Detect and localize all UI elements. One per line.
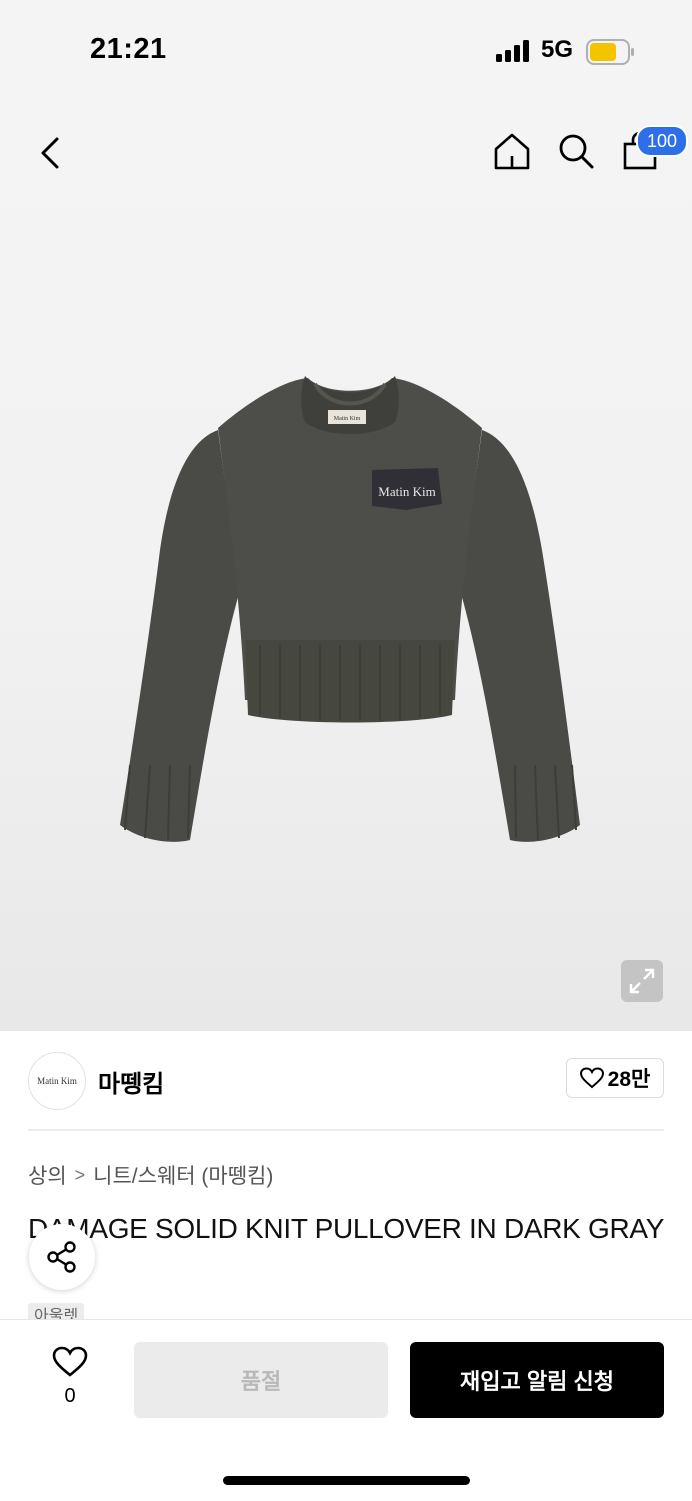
signal-icon xyxy=(496,40,529,62)
divider xyxy=(28,1129,664,1131)
product-photo[interactable]: Matin Kim Matin Kim xyxy=(110,370,590,870)
search-button[interactable] xyxy=(554,129,598,173)
brand-name[interactable]: 마뗑킴 xyxy=(98,1064,164,1099)
wishlist-button[interactable]: 0 xyxy=(40,1346,100,1416)
home-indicator xyxy=(223,1476,470,1485)
brand-like-count: 28만 xyxy=(607,1068,651,1091)
breadcrumb-separator: > xyxy=(74,1164,86,1185)
product-title: DAMAGE SOLID KNIT PULLOVER IN DARK GRAY xyxy=(28,1213,665,1244)
home-button[interactable] xyxy=(490,129,534,173)
soldout-button[interactable]: 품절 xyxy=(134,1342,388,1418)
share-icon xyxy=(47,1241,76,1273)
battery-icon xyxy=(586,39,634,65)
breadcrumb: 상의 > 니트/스웨터 (마뗑킴) xyxy=(28,1160,273,1190)
heart-icon xyxy=(579,1067,604,1089)
bottom-action-bar: 0 품절 재입고 알림 신청 xyxy=(0,1319,692,1501)
brand-logo-text: Matin Kim xyxy=(37,1076,77,1086)
back-button[interactable] xyxy=(30,133,70,173)
breadcrumb-level2[interactable]: 니트/스웨터 (마뗑킴) xyxy=(93,1160,273,1190)
chevron-left-icon xyxy=(41,137,59,169)
expand-image-button[interactable] xyxy=(621,960,663,1002)
wishlist-count: 0 xyxy=(64,1385,76,1407)
logo-patch-text: Matin Kim xyxy=(378,484,435,499)
restock-alert-button[interactable]: 재입고 알림 신청 xyxy=(410,1342,664,1418)
brand-logo[interactable]: Matin Kim xyxy=(28,1052,86,1110)
search-icon xyxy=(559,134,594,169)
brand-like-button[interactable]: 28만 xyxy=(566,1058,664,1098)
status-time: 21:21 xyxy=(90,33,167,65)
heart-icon xyxy=(52,1346,88,1377)
network-type: 5G xyxy=(541,36,574,63)
home-icon xyxy=(494,133,530,170)
brand-row: Matin Kim 마뗑킴 28만 xyxy=(28,1050,664,1114)
neck-label-text: Matin Kim xyxy=(334,416,361,422)
cart-count-badge: 100 xyxy=(636,125,688,157)
share-button[interactable] xyxy=(29,1224,95,1290)
breadcrumb-level1[interactable]: 상의 xyxy=(28,1160,67,1190)
expand-icon xyxy=(629,968,655,994)
status-bar: 21:21 5G xyxy=(0,0,692,100)
top-navigation xyxy=(0,115,692,185)
